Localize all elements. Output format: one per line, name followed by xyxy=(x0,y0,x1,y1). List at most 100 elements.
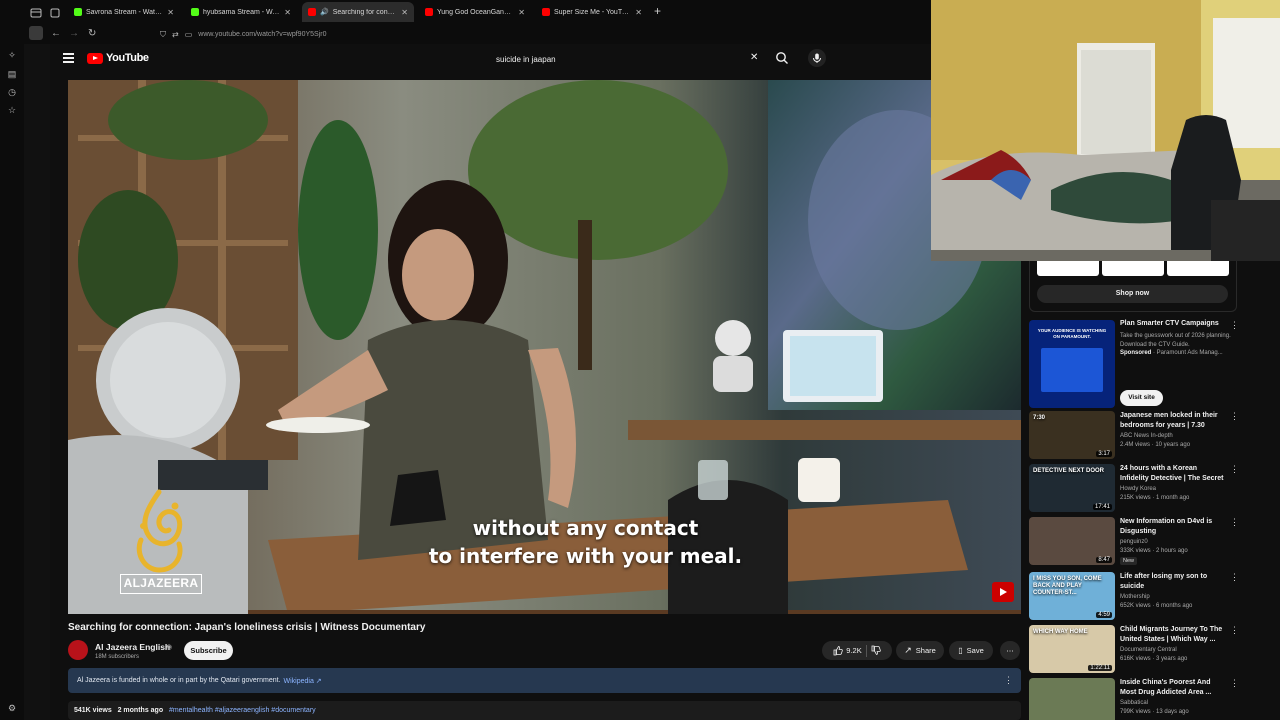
reload-icon[interactable]: ↻ xyxy=(88,28,96,39)
close-tab-icon[interactable]: ✕ xyxy=(167,8,174,17)
forward-icon[interactable]: → xyxy=(69,28,79,39)
microphone-icon[interactable] xyxy=(808,49,826,67)
video-menu-icon[interactable]: ⋮ xyxy=(1230,464,1239,475)
recommended-video[interactable]: I MISS YOU SON, COME BACK AND PLAY COUNT… xyxy=(1029,572,1240,622)
video-meta: 333K views · 2 hours ago xyxy=(1120,548,1188,554)
close-tab-icon[interactable]: ✕ xyxy=(635,8,642,17)
channel-avatar[interactable] xyxy=(68,640,88,660)
sidebar-toggle-icon[interactable] xyxy=(29,26,43,40)
thumbs-down-icon xyxy=(871,645,881,655)
video-title[interactable]: Japanese men locked in their bedrooms fo… xyxy=(1120,411,1226,431)
tab-searching-for-connection[interactable]: 🔊 Searching for connection: Japan's ✕ xyxy=(302,2,414,22)
recommended-video[interactable]: WHICH WAY HOME 1:22:11 Child Migrants Jour… xyxy=(1029,625,1240,675)
video-duration: 3:17 xyxy=(1096,451,1112,457)
video-meta: 215K views · 1 month ago xyxy=(1120,495,1190,501)
close-tab-icon[interactable]: ✕ xyxy=(518,8,525,17)
site-settings-icon[interactable]: ⇄ xyxy=(172,30,179,39)
video-title[interactable]: 24 hours with a Korean Infidelity Detect… xyxy=(1120,464,1226,484)
tab-savrona[interactable]: Savrona Stream - Watch Live on Kick ✕ xyxy=(68,2,180,22)
like-button[interactable]: 9.2K xyxy=(833,645,862,656)
hamburger-menu-icon[interactable] xyxy=(63,53,74,63)
video-thumbnail[interactable]: I MISS YOU SON, COME BACK AND PLAY COUNT… xyxy=(1029,572,1115,620)
video-title[interactable]: Life after losing my son to suicide xyxy=(1120,572,1226,592)
wikipedia-link[interactable]: Wikipedia ↗ xyxy=(284,677,322,685)
video-player[interactable]: ALJAZEERA without any contact to interfe… xyxy=(68,80,1021,614)
ad-text: Take the guesswork out of 2026 planning.… xyxy=(1120,333,1231,348)
camera-icon[interactable]: ▭ xyxy=(185,30,193,39)
search-input[interactable]: suicide in jaapan xyxy=(486,49,768,69)
thumbnail-text: DETECTIVE NEXT DOOR xyxy=(1033,468,1105,474)
video-title[interactable]: Child Migrants Journey To The United Sta… xyxy=(1120,625,1226,645)
video-menu-icon[interactable]: ⋮ xyxy=(1230,678,1239,689)
ad-title[interactable]: Plan Smarter CTV Campaigns xyxy=(1120,320,1219,327)
tab-label: Searching for connection: Japan's xyxy=(332,8,398,16)
recommended-video[interactable]: DETECTIVE NEXT DOOR 17:41 24 hours with a … xyxy=(1029,464,1240,514)
tab-list-icon[interactable] xyxy=(49,6,61,18)
recommended-video[interactable]: 8:47 New Information on D4vd is Disgustin… xyxy=(1029,517,1240,567)
video-thumbnail[interactable] xyxy=(1029,678,1115,720)
channel-name[interactable]: Documentary Central xyxy=(1120,647,1177,653)
bookmarks-icon[interactable]: ☆ xyxy=(6,105,18,117)
ad-thumbnail[interactable]: YOUR AUDIENCE IS WATCHING ON PARAMOUNT. xyxy=(1029,320,1115,408)
settings-gear-icon[interactable]: ⚙ xyxy=(6,703,18,715)
channel-name[interactable]: ABC News In-depth xyxy=(1120,433,1173,439)
tab-yung-god[interactable]: Yung God OceanGang Based F.. ✕ xyxy=(419,2,531,22)
save-label: Save xyxy=(966,646,984,655)
save-button[interactable]: ▯ Save xyxy=(949,641,993,660)
visit-site-button[interactable]: Visit site xyxy=(1120,390,1163,406)
hashtags[interactable]: #mentalhealth #aljazeeraenglish #documen… xyxy=(169,707,316,714)
search-icon[interactable] xyxy=(775,51,789,65)
back-icon[interactable]: ← xyxy=(51,28,61,39)
dislike-button[interactable] xyxy=(871,645,881,657)
channel-name[interactable]: Al Jazeera English xyxy=(95,642,170,652)
youtube-header: YouTube suicide in jaapan ✕ xyxy=(50,44,931,74)
youtube-logo[interactable]: YouTube xyxy=(87,52,149,64)
video-menu-icon[interactable]: ⋮ xyxy=(1230,625,1239,636)
video-thumbnail[interactable]: DETECTIVE NEXT DOOR 17:41 xyxy=(1029,464,1115,512)
ai-assistant-icon[interactable]: ✧ xyxy=(6,50,18,62)
shop-now-button[interactable]: Shop now xyxy=(1037,285,1228,303)
panel-menu-icon[interactable]: ⋮ xyxy=(1004,675,1013,686)
video-title[interactable]: New Information on D4vd is Disgusting xyxy=(1120,517,1226,537)
ad-menu-icon[interactable]: ⋮ xyxy=(1230,320,1239,331)
advertiser-name: · Paramount Ads Manag... xyxy=(1153,350,1223,356)
browser-menu-icon[interactable] xyxy=(30,6,42,18)
video-menu-icon[interactable]: ⋮ xyxy=(1230,411,1239,422)
channel-name[interactable]: penguinz0 xyxy=(1120,539,1148,545)
video-title[interactable]: Inside China's Poorest And Most Drug Add… xyxy=(1120,678,1226,698)
speaker-icon[interactable]: 🔊 xyxy=(320,8,329,16)
video-meta: 799K views · 13 days ago xyxy=(1120,709,1189,715)
clear-search-icon[interactable]: ✕ xyxy=(750,52,758,63)
thumbnail-text: I MISS YOU SON, COME BACK AND PLAY COUNT… xyxy=(1033,576,1102,596)
shield-icon[interactable]: ⛉ xyxy=(160,30,166,40)
sponsored-ad[interactable]: YOUR AUDIENCE IS WATCHING ON PARAMOUNT. … xyxy=(1029,320,1240,410)
address-bar[interactable]: ⛉ ⇄ ▭ www.youtube.com/watch?v=wpf90Y5Sjr… xyxy=(160,27,920,42)
more-actions-icon[interactable]: ⋯ xyxy=(1000,641,1020,660)
recommended-video[interactable]: Inside China's Poorest And Most Drug Add… xyxy=(1029,678,1240,720)
close-tab-icon[interactable]: ✕ xyxy=(284,8,291,17)
channel-name[interactable]: Howdy Korea xyxy=(1120,486,1156,492)
tab-hyubsama[interactable]: hyubsama Stream - Watch Live ✕ xyxy=(185,2,297,22)
search-query-text[interactable]: suicide in jaapan xyxy=(496,55,556,64)
video-title: Searching for connection: Japan's loneli… xyxy=(68,622,426,633)
video-thumbnail[interactable]: 7:30 3:17 xyxy=(1029,411,1115,459)
video-thumbnail[interactable]: 8:47 xyxy=(1029,517,1115,565)
video-thumbnail[interactable]: WHICH WAY HOME 1:22:11 xyxy=(1029,625,1115,673)
history-icon[interactable]: ◷ xyxy=(6,87,18,99)
video-menu-icon[interactable]: ⋮ xyxy=(1230,572,1239,583)
tab-super-size-me[interactable]: Super Size Me - YouTube ✕ xyxy=(536,2,648,22)
channel-name[interactable]: Sabbatical xyxy=(1120,700,1148,706)
share-button[interactable]: ↗ Share xyxy=(896,641,944,660)
url-text[interactable]: www.youtube.com/watch?v=wpf90Y5Sjr0 xyxy=(198,31,326,38)
video-menu-icon[interactable]: ⋮ xyxy=(1230,517,1239,528)
youtube-icon xyxy=(308,8,316,16)
subscribe-button[interactable]: Subscribe xyxy=(184,641,233,660)
webcam-overlay xyxy=(931,0,1280,261)
channel-name[interactable]: Mothership xyxy=(1120,594,1150,600)
new-tab-button[interactable]: + xyxy=(654,4,661,18)
recommended-video[interactable]: 7:30 3:17 Japanese men locked in their bed… xyxy=(1029,411,1240,461)
youtube-channel-watermark-icon[interactable] xyxy=(992,582,1014,602)
reading-list-icon[interactable]: ▤ xyxy=(6,69,18,81)
description-box[interactable]: 541K views 2 months ago #mentalhealth #a… xyxy=(68,701,1021,720)
close-tab-icon[interactable]: ✕ xyxy=(401,8,408,17)
